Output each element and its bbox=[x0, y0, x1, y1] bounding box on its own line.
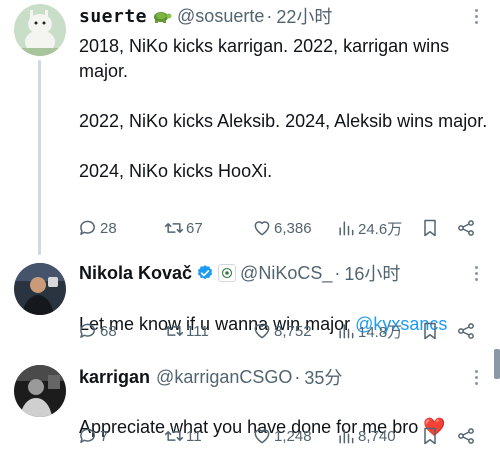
timestamp[interactable]: 16小时 bbox=[344, 260, 400, 286]
tweet-header: Nikola Kovač @NiKoCS_ · 16小时 bbox=[79, 261, 400, 285]
view-count: 8,740 bbox=[358, 427, 396, 445]
more-options-icon[interactable] bbox=[466, 6, 486, 26]
display-name[interactable]: suerte bbox=[79, 6, 147, 27]
more-options-icon[interactable] bbox=[466, 263, 486, 283]
tweet-header: karrigan @karriganCSGO · 35分 bbox=[79, 365, 342, 389]
more-options-icon[interactable] bbox=[466, 367, 486, 387]
views-button[interactable]: 14.8万 bbox=[336, 320, 402, 342]
separator-dot: · bbox=[334, 262, 341, 283]
like-button[interactable]: 1,248 bbox=[252, 425, 312, 447]
bookmark-button[interactable] bbox=[420, 320, 442, 342]
turtle-emoji-icon bbox=[151, 7, 173, 25]
share-button[interactable] bbox=[456, 320, 478, 342]
separator-dot: · bbox=[294, 366, 301, 387]
repost-button[interactable]: 11 bbox=[164, 425, 202, 447]
repost-count: 11 bbox=[186, 427, 202, 445]
timestamp[interactable]: 35分 bbox=[304, 364, 342, 390]
handle[interactable]: @karriganCSGO bbox=[156, 367, 292, 388]
share-icon bbox=[458, 428, 474, 444]
heart-icon bbox=[254, 221, 270, 236]
reply-button[interactable]: 68 bbox=[78, 320, 117, 342]
reply-count: 28 bbox=[100, 219, 117, 237]
display-name[interactable]: karrigan bbox=[79, 367, 150, 388]
separator-dot: · bbox=[266, 5, 273, 26]
repost-button[interactable]: 67 bbox=[164, 217, 203, 239]
reply-button[interactable]: 7 bbox=[78, 425, 108, 447]
bookmark-icon bbox=[424, 219, 436, 237]
share-button[interactable] bbox=[456, 425, 478, 447]
avatar[interactable] bbox=[14, 365, 66, 417]
views-button[interactable]: 8,740 bbox=[336, 425, 396, 447]
reply-icon bbox=[80, 220, 95, 235]
like-count: 6,386 bbox=[274, 219, 312, 237]
reply-icon bbox=[80, 428, 95, 443]
action-bar: 68 111 8,752 14.8万 bbox=[76, 320, 488, 342]
like-count: 1,248 bbox=[274, 427, 312, 445]
repost-icon bbox=[164, 431, 184, 441]
view-count: 24.6万 bbox=[358, 220, 403, 238]
timestamp[interactable]: 22小时 bbox=[276, 3, 332, 29]
tweet-suerte[interactable]: suerte @sosuerte · 22小时 2018, NiKo kicks… bbox=[0, 0, 500, 255]
handle[interactable]: @NiKoCS_ bbox=[240, 263, 332, 284]
tweet-text: 2018, NiKo kicks karrigan. 2022, karriga… bbox=[79, 36, 488, 181]
tweet-niko[interactable]: Nikola Kovač @NiKoCS_ · 16小时 Let me know… bbox=[0, 255, 500, 357]
display-name[interactable]: Nikola Kovač bbox=[79, 263, 192, 284]
scrollbar-thumb[interactable] bbox=[494, 349, 500, 379]
like-button[interactable]: 6,386 bbox=[252, 217, 312, 239]
action-bar: 28 67 6,386 24.6万 bbox=[76, 217, 488, 239]
tweet-karrigan[interactable]: karrigan @karriganCSGO · 35分 Appreciate … bbox=[0, 357, 500, 453]
verified-badge-icon bbox=[196, 264, 214, 282]
tweet-header: suerte @sosuerte · 22小时 bbox=[79, 4, 332, 28]
bookmark-button[interactable] bbox=[420, 425, 442, 447]
reply-button[interactable]: 28 bbox=[78, 217, 117, 239]
bookmark-icon bbox=[424, 427, 436, 445]
heart-icon bbox=[254, 429, 270, 444]
like-button[interactable]: 8,752 bbox=[252, 320, 312, 342]
like-count: 8,752 bbox=[274, 322, 312, 340]
repost-count: 67 bbox=[186, 219, 203, 237]
avatar[interactable] bbox=[14, 263, 66, 315]
share-icon bbox=[458, 323, 474, 339]
repost-icon bbox=[164, 326, 184, 336]
repost-icon bbox=[164, 223, 184, 233]
views-chart-icon bbox=[339, 429, 354, 444]
handle[interactable]: @sosuerte bbox=[177, 6, 264, 27]
view-count: 14.8万 bbox=[358, 323, 403, 341]
repost-count: 111 bbox=[186, 322, 209, 340]
heart-icon bbox=[254, 324, 270, 339]
reply-count: 68 bbox=[100, 322, 117, 340]
reply-icon bbox=[80, 323, 95, 338]
avatar[interactable] bbox=[14, 4, 66, 56]
share-button[interactable] bbox=[456, 217, 478, 239]
share-icon bbox=[458, 220, 474, 236]
action-bar: 7 11 1,248 8,740 bbox=[76, 425, 488, 447]
repost-button[interactable]: 111 bbox=[164, 320, 209, 342]
views-chart-icon bbox=[339, 324, 354, 339]
affiliation-badge-icon[interactable] bbox=[218, 264, 237, 282]
views-chart-icon bbox=[339, 221, 354, 236]
views-button[interactable]: 24.6万 bbox=[336, 217, 402, 239]
bookmark-button[interactable] bbox=[420, 217, 442, 239]
reply-count: 7 bbox=[100, 427, 109, 445]
bookmark-icon bbox=[424, 322, 436, 340]
